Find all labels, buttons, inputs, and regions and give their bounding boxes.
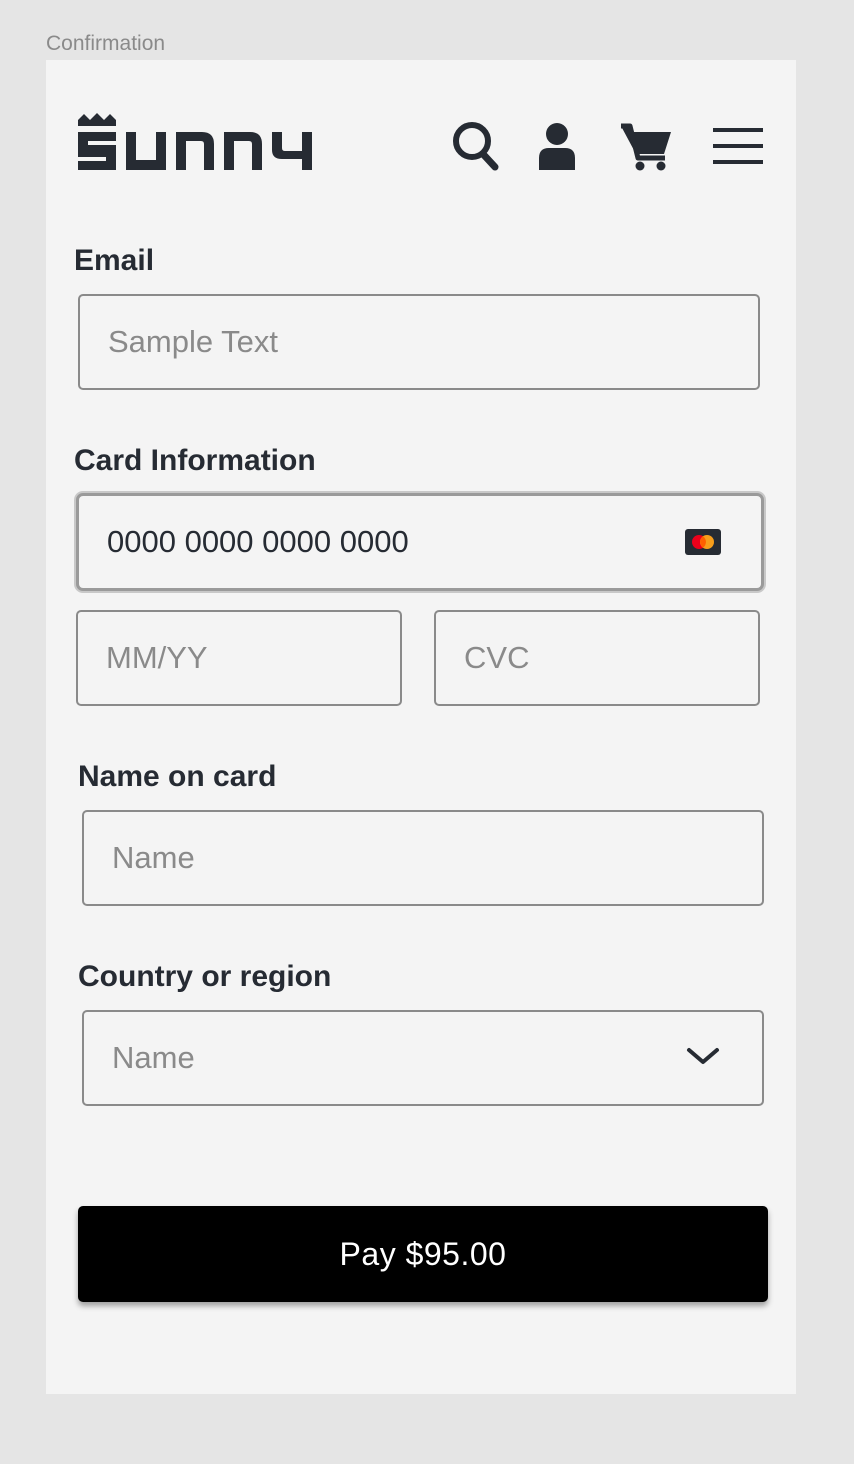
country-label: Country or region (78, 960, 332, 993)
name-on-card-field[interactable]: Name (82, 810, 764, 906)
pay-button-label: Pay $95.00 (339, 1235, 507, 1272)
mastercard-icon (685, 529, 721, 555)
email-placeholder: Sample Text (108, 324, 279, 359)
email-label: Email (74, 244, 155, 277)
card-number-value: 0000 0000 0000 0000 (107, 524, 409, 559)
header (46, 60, 796, 240)
cvc-placeholder: CVC (464, 640, 530, 675)
expiry-field[interactable]: MM/YY (76, 610, 402, 706)
card-number-field[interactable]: 0000 0000 0000 0000 (76, 493, 764, 591)
name-on-card-label: Name on card (78, 760, 277, 793)
sunny-logo[interactable] (76, 112, 316, 174)
pay-button[interactable]: Pay $95.00 (78, 1206, 768, 1302)
name-on-card-placeholder: Name (112, 840, 195, 875)
checkout-frame: Email Sample Text Card Information 0000 … (46, 60, 796, 1394)
card-information-label: Card Information (74, 444, 316, 477)
search-icon[interactable] (448, 118, 504, 174)
country-select[interactable]: Name (82, 1010, 764, 1106)
cvc-field[interactable]: CVC (434, 610, 760, 706)
country-placeholder: Name (112, 1040, 195, 1075)
chevron-down-icon (686, 1046, 720, 1066)
frame-label: Confirmation (46, 32, 166, 55)
expiry-placeholder: MM/YY (106, 640, 208, 675)
cart-icon[interactable] (618, 118, 674, 174)
user-icon[interactable] (534, 118, 580, 174)
menu-icon[interactable] (712, 118, 764, 174)
email-field[interactable]: Sample Text (78, 294, 760, 390)
